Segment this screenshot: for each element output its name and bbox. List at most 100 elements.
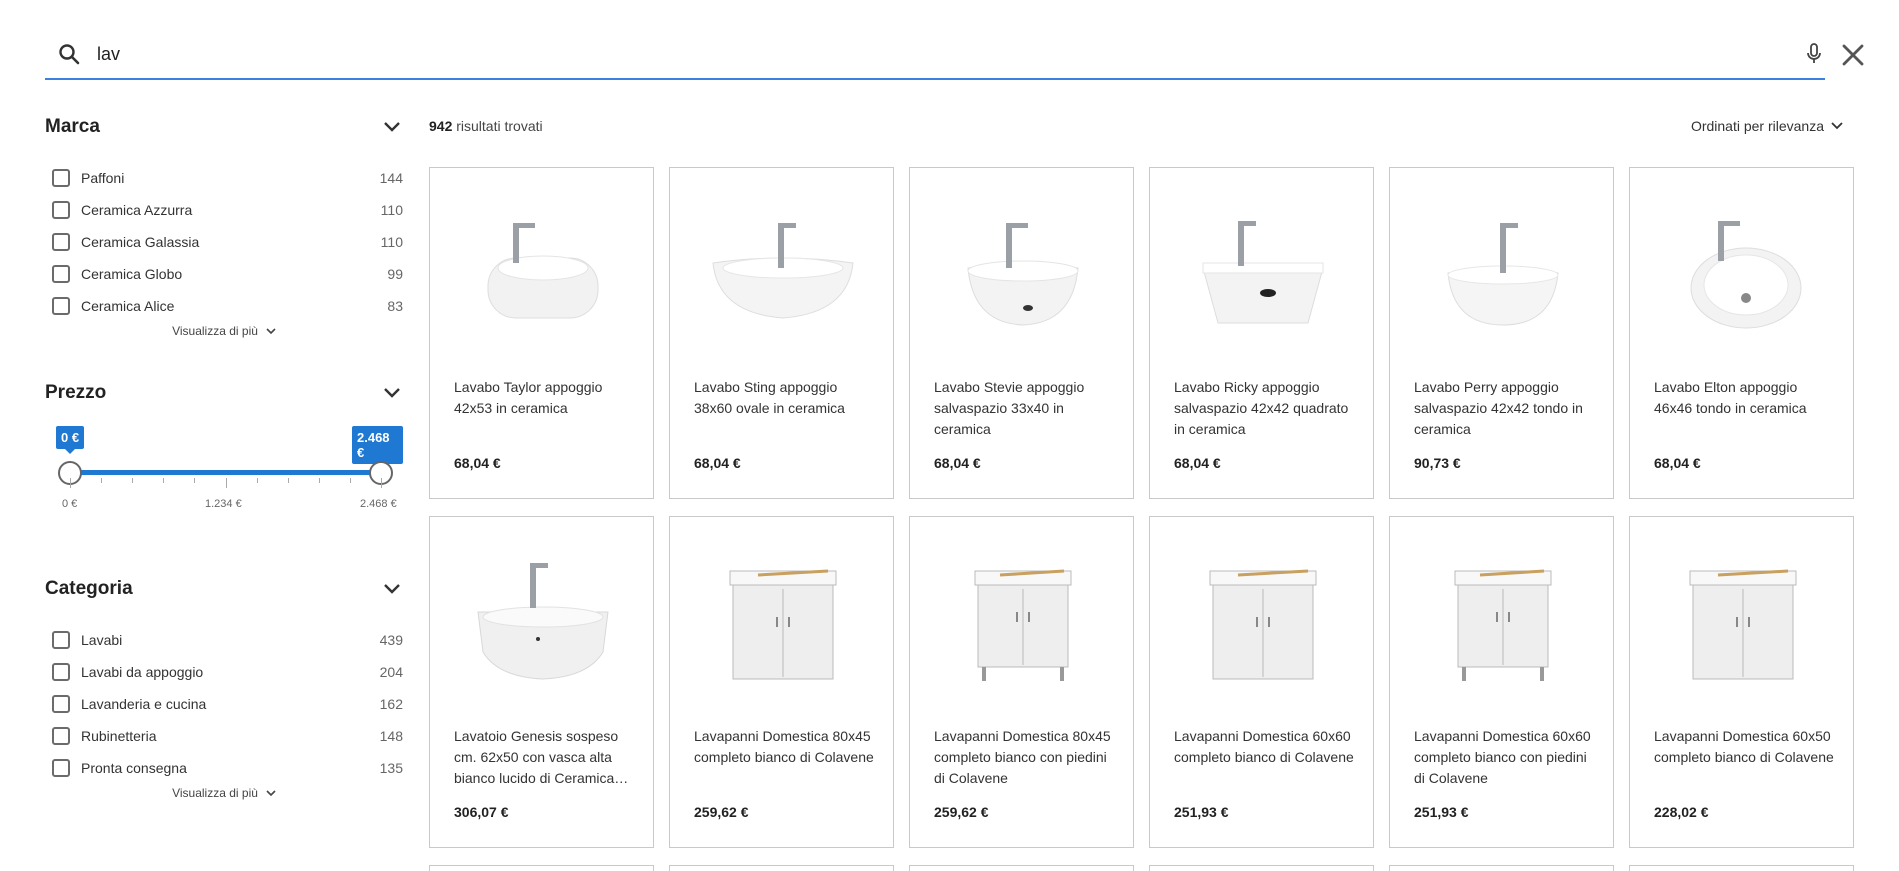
- facet-item[interactable]: Paffoni 144: [45, 162, 403, 194]
- product-card[interactable]: [1629, 865, 1854, 871]
- facet-item[interactable]: Lavanderia e cucina 162: [45, 688, 403, 720]
- slider-track[interactable]: [70, 470, 382, 475]
- chevron-down-icon: [266, 328, 276, 335]
- facet-brand-header[interactable]: Marca: [45, 110, 403, 144]
- facet-item[interactable]: Ceramica Alice 83: [45, 290, 403, 322]
- product-card[interactable]: Lavapanni Domestica 60x60 completo bianc…: [1149, 516, 1374, 848]
- checkbox[interactable]: [52, 297, 70, 315]
- product-card[interactable]: Lavabo Perry appoggio salvaspazio 42x42 …: [1389, 167, 1614, 499]
- product-title[interactable]: Lavapanni Domestica 80x45 completo bianc…: [934, 726, 1114, 789]
- search-input[interactable]: [97, 43, 1825, 65]
- product-image[interactable]: [454, 208, 631, 338]
- product-card[interactable]: Lavabo Elton appoggio 46x46 tondo in cer…: [1629, 167, 1854, 499]
- product-image[interactable]: [1654, 208, 1831, 338]
- product-price: 259,62 €: [694, 804, 749, 820]
- facet-price: Prezzo 0 € 2.468 € 0 € 1.234 € 2.468 €: [45, 376, 403, 530]
- facet-category-header[interactable]: Categoria: [45, 572, 403, 606]
- product-title[interactable]: Lavatoio Genesis sospeso cm. 62x50 con v…: [454, 726, 634, 789]
- facet-count: 148: [379, 728, 403, 744]
- product-card[interactable]: Lavabo Ricky appoggio salvaspazio 42x42 …: [1149, 167, 1374, 499]
- chevron-down-icon[interactable]: [381, 578, 403, 600]
- product-price: 68,04 €: [934, 455, 981, 471]
- product-title[interactable]: Lavabo Ricky appoggio salvaspazio 42x42 …: [1174, 377, 1354, 440]
- product-image[interactable]: [934, 557, 1111, 687]
- product-price: 251,93 €: [1174, 804, 1229, 820]
- facet-count: 110: [380, 202, 403, 218]
- product-title[interactable]: Lavabo Sting appoggio 38x60 ovale in cer…: [694, 377, 874, 419]
- product-card[interactable]: [1149, 865, 1374, 871]
- facet-title: Prezzo: [45, 382, 107, 403]
- facet-price-header[interactable]: Prezzo: [45, 376, 403, 410]
- facet-count: 204: [379, 664, 403, 680]
- tick-label-mid: 1.234 €: [205, 498, 242, 510]
- product-card[interactable]: [429, 865, 654, 871]
- product-card[interactable]: Lavapanni Domestica 60x50 completo bianc…: [1629, 516, 1854, 848]
- facet-label: Lavabi: [81, 632, 123, 648]
- product-image[interactable]: [694, 557, 871, 687]
- product-image[interactable]: [454, 557, 631, 687]
- facet-category: Categoria Lavabi 439 Lavabi da appoggio 20…: [45, 572, 403, 800]
- product-price: 251,93 €: [1414, 804, 1469, 820]
- checkbox[interactable]: [52, 201, 70, 219]
- product-title[interactable]: Lavabo Perry appoggio salvaspazio 42x42 …: [1414, 377, 1594, 440]
- product-card[interactable]: [1389, 865, 1614, 871]
- product-card[interactable]: [669, 865, 894, 871]
- product-image[interactable]: [934, 208, 1111, 338]
- show-more-button[interactable]: Visualizza di più: [45, 324, 403, 338]
- facet-label: Ceramica Galassia: [81, 234, 200, 250]
- facet-item[interactable]: Ceramica Azzurra 110: [45, 194, 403, 226]
- facet-item[interactable]: Ceramica Galassia 110: [45, 226, 403, 258]
- sort-dropdown[interactable]: Ordinati per rilevanza: [1691, 118, 1844, 134]
- facet-item[interactable]: Rubinetteria 148: [45, 720, 403, 752]
- product-image[interactable]: [1414, 557, 1591, 687]
- facet-count: 83: [387, 298, 403, 314]
- product-title[interactable]: Lavabo Taylor appoggio 42x53 in ceramica: [454, 377, 634, 419]
- product-title[interactable]: Lavapanni Domestica 80x45 completo bianc…: [694, 726, 874, 768]
- checkbox[interactable]: [52, 727, 70, 745]
- product-title[interactable]: Lavapanni Domestica 60x60 completo bianc…: [1174, 726, 1354, 768]
- checkbox[interactable]: [52, 265, 70, 283]
- checkbox[interactable]: [52, 169, 70, 187]
- close-icon[interactable]: [1838, 40, 1868, 70]
- product-image[interactable]: [694, 208, 871, 338]
- product-title[interactable]: Lavapanni Domestica 60x60 completo bianc…: [1414, 726, 1594, 789]
- product-title[interactable]: Lavapanni Domestica 60x50 completo bianc…: [1654, 726, 1834, 768]
- price-max-bubble: 2.468 €: [352, 426, 403, 469]
- facet-label: Lavanderia e cucina: [81, 696, 207, 712]
- product-card[interactable]: Lavapanni Domestica 80x45 completo bianc…: [909, 516, 1134, 848]
- show-more-button[interactable]: Visualizza di più: [45, 786, 403, 800]
- facet-item[interactable]: Ceramica Globo 99: [45, 258, 403, 290]
- product-image[interactable]: [1414, 208, 1591, 338]
- tick: [381, 478, 382, 488]
- facet-item[interactable]: Lavabi da appoggio 204: [45, 656, 403, 688]
- product-card[interactable]: Lavabo Sting appoggio 38x60 ovale in cer…: [669, 167, 894, 499]
- tick: [226, 478, 227, 488]
- slider-ticks: [70, 478, 382, 490]
- product-card[interactable]: Lavapanni Domestica 60x60 completo bianc…: [1389, 516, 1614, 848]
- product-image[interactable]: [1174, 557, 1351, 687]
- chevron-down-icon[interactable]: [381, 382, 403, 404]
- checkbox[interactable]: [52, 233, 70, 251]
- mic-icon[interactable]: [1803, 42, 1825, 66]
- chevron-down-icon[interactable]: [381, 116, 403, 138]
- search-icon[interactable]: [57, 42, 81, 66]
- product-title[interactable]: Lavabo Elton appoggio 46x46 tondo in cer…: [1654, 377, 1834, 419]
- product-card[interactable]: Lavatoio Genesis sospeso cm. 62x50 con v…: [429, 516, 654, 848]
- checkbox[interactable]: [52, 759, 70, 777]
- product-card[interactable]: Lavabo Stevie appoggio salvaspazio 33x40…: [909, 167, 1134, 499]
- checkbox[interactable]: [52, 695, 70, 713]
- product-title[interactable]: Lavabo Stevie appoggio salvaspazio 33x40…: [934, 377, 1114, 440]
- tick: [132, 478, 133, 483]
- facet-item[interactable]: Pronta consegna 135: [45, 752, 403, 784]
- checkbox[interactable]: [52, 631, 70, 649]
- product-price: 228,02 €: [1654, 804, 1709, 820]
- product-card[interactable]: Lavabo Taylor appoggio 42x53 in ceramica…: [429, 167, 654, 499]
- chevron-down-icon: [266, 790, 276, 797]
- product-card[interactable]: Lavapanni Domestica 80x45 completo bianc…: [669, 516, 894, 848]
- checkbox[interactable]: [52, 663, 70, 681]
- filter-sidebar: Marca Paffoni 144 Ceramica Azzurra 110 Cer…: [45, 110, 403, 800]
- product-card[interactable]: [909, 865, 1134, 871]
- product-image[interactable]: [1654, 557, 1831, 687]
- product-image[interactable]: [1174, 208, 1351, 338]
- facet-item[interactable]: Lavabi 439: [45, 624, 403, 656]
